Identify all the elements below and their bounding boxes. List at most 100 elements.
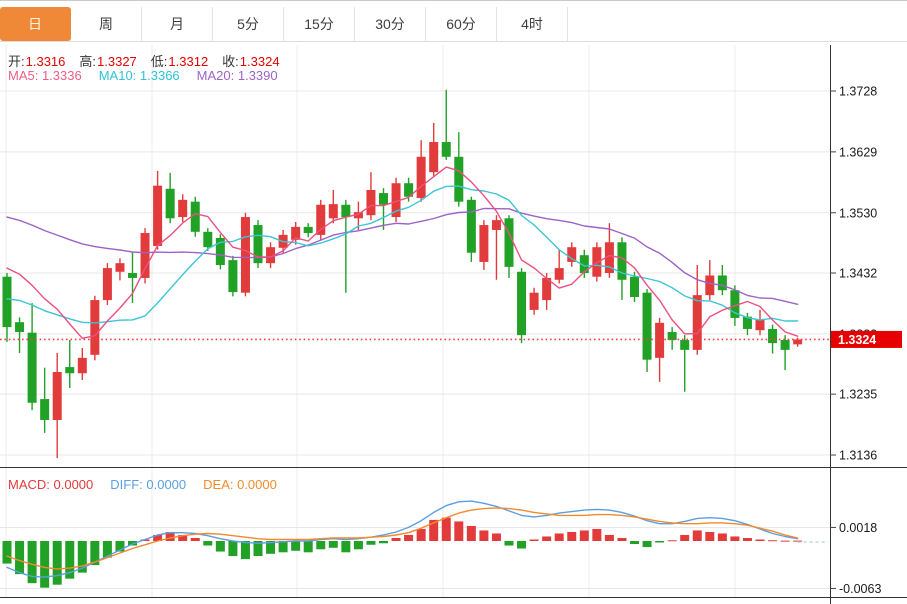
candle-body (643, 293, 652, 360)
candle-body (630, 277, 639, 297)
last-price-tag-text: 1.3324 (838, 333, 876, 347)
tab-period-7[interactable]: 4时 (497, 7, 568, 41)
macd-bar (668, 540, 677, 541)
candle-body (28, 333, 37, 403)
macd-bar (517, 541, 526, 549)
macd-bar (216, 541, 225, 552)
macd-bar (241, 541, 250, 559)
macd-bar (417, 529, 426, 541)
candle-body (65, 367, 74, 373)
macd-bar (530, 539, 539, 541)
axis-label: -0.0063 (839, 582, 881, 596)
candle-body (241, 217, 250, 293)
macd-bar (404, 535, 413, 541)
ma20-readout: MA20: 1.3390 (197, 68, 278, 83)
candle-body (768, 329, 777, 343)
diff-line (7, 501, 798, 577)
candle-body (90, 300, 99, 355)
macd-bar (379, 541, 388, 543)
open-label: 开: (8, 54, 25, 69)
macd-bar (366, 541, 375, 545)
candle-body (517, 272, 526, 335)
candle-body (153, 186, 162, 246)
candle-body (366, 190, 375, 215)
tab-period-5[interactable]: 30分 (355, 7, 426, 41)
macd-bar (203, 541, 212, 546)
candle-body (680, 340, 689, 350)
candle-body (78, 358, 87, 373)
chart-canvas[interactable]: 1.37281.36291.35301.34321.33331.32351.31… (0, 0, 907, 604)
low-label: 低: (151, 54, 168, 69)
candle-body (103, 268, 112, 300)
macd-bar (542, 536, 551, 541)
macd-bar (467, 526, 476, 541)
candle-body (454, 157, 463, 202)
candle-body (429, 142, 438, 172)
macd-bar (40, 541, 49, 588)
macd-bar (492, 533, 501, 541)
candle-body (492, 220, 501, 230)
low-value: 1.3312 (168, 54, 208, 69)
close-label: 收: (222, 54, 239, 69)
candle-body (178, 200, 187, 217)
tab-period-4[interactable]: 15分 (284, 7, 355, 41)
macd-bar (655, 541, 664, 543)
axis-label: 1.3728 (839, 85, 877, 99)
tab-period-6[interactable]: 60分 (426, 7, 497, 41)
macd-bar (15, 541, 24, 574)
macd-bar (743, 538, 752, 541)
axis-label: 1.3530 (839, 206, 877, 220)
macd-bar (479, 530, 488, 541)
open-value: 1.3316 (26, 54, 66, 69)
candle-body (479, 225, 488, 262)
tab-period-0[interactable]: 日 (0, 7, 71, 41)
macd-bar (442, 518, 451, 541)
period-tab-bar: 日周月5分15分30分60分4时 (0, 0, 907, 42)
candle-body (228, 260, 237, 292)
candle-body (40, 399, 49, 420)
dea-readout: DEA: 0.0000 (203, 477, 277, 492)
macd-bar (768, 540, 777, 541)
candle-body (329, 204, 338, 218)
macd-bar (605, 535, 614, 541)
ma-legend: MA5: 1.3336 MA10: 1.3366 MA20: 1.3390 (8, 68, 278, 83)
ma5-line (7, 167, 798, 338)
tab-period-2[interactable]: 月 (142, 7, 213, 41)
axis-and-labels: 1.37281.36291.35301.34321.33331.32351.31… (0, 45, 907, 604)
macd-bar (580, 530, 589, 541)
macd-bar (279, 541, 288, 552)
candle-body (555, 268, 564, 280)
candlestick-series (3, 90, 803, 458)
gridlines (0, 45, 830, 597)
candle-body (141, 233, 150, 278)
candle-body (115, 263, 124, 272)
macd-bar (291, 541, 300, 551)
candle-body (442, 142, 451, 157)
dea-line (7, 508, 798, 569)
candle-body (379, 193, 388, 205)
candle-body (781, 340, 790, 350)
diff-readout: DIFF: 0.0000 (110, 477, 186, 492)
candle-body (655, 323, 664, 358)
macd-bar (781, 541, 790, 542)
candle-body (203, 232, 212, 247)
macd-bar (705, 532, 714, 541)
candle-body (15, 322, 24, 332)
axis-label: 1.3235 (839, 388, 877, 402)
macd-bar (228, 541, 237, 556)
macd-legend: MACD: 0.0000 DIFF: 0.0000 DEA: 0.0000 (8, 477, 277, 492)
high-value: 1.3327 (97, 54, 137, 69)
macd-bar (617, 538, 626, 541)
macd-bar (316, 541, 325, 549)
tab-period-1[interactable]: 周 (71, 7, 142, 41)
macd-bar (191, 538, 200, 541)
macd-bar (354, 541, 363, 549)
macd-bar (341, 541, 350, 552)
macd-bar (730, 536, 739, 541)
macd-bar (454, 521, 463, 541)
candle-body (128, 273, 137, 278)
close-value: 1.3324 (240, 54, 280, 69)
candle-body (756, 320, 765, 330)
macd-bar (567, 532, 576, 541)
tab-period-3[interactable]: 5分 (213, 7, 284, 41)
